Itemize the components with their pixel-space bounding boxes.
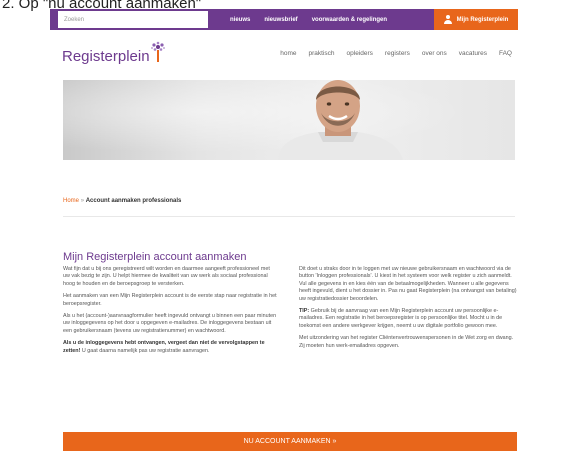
site-header: Registerplein home praktisch opleiders r… [50, 30, 518, 80]
breadcrumb-home[interactable]: Home [63, 198, 79, 204]
hero-image [63, 80, 515, 160]
create-account-button[interactable]: NU ACCOUNT AANMAKEN » [63, 432, 517, 451]
nav-faq[interactable]: FAQ [499, 50, 512, 57]
tip-paragraph: TIP: Gebruik bij de aanvraag van een Mij… [299, 308, 517, 330]
top-nav-nieuwsbrief[interactable]: nieuwsbrief [264, 17, 297, 23]
tip-text: Gebruik bij de aanvraag van een Mijn Reg… [299, 308, 503, 329]
divider [63, 216, 515, 217]
user-icon [443, 15, 452, 24]
nav-home[interactable]: home [280, 50, 296, 57]
content-right-column: Dit doet u straks door in te loggen met … [299, 266, 517, 355]
breadcrumb-separator: » [80, 198, 85, 204]
logo[interactable]: Registerplein [62, 41, 168, 70]
paragraph-important: Als u de inloggegevens hebt ontvangen, v… [63, 340, 277, 355]
nav-vacatures[interactable]: vacatures [459, 50, 487, 57]
nav-praktisch[interactable]: praktisch [309, 50, 335, 57]
nav-registers[interactable]: registers [385, 50, 410, 57]
paragraph: Als u het (account-)aanvraagformulier he… [63, 313, 277, 334]
main-nav: home praktisch opleiders registers over … [268, 50, 512, 57]
paragraph: Het aanmaken van een Mijn Registerplein … [63, 293, 277, 307]
breadcrumb-current: Account aanmaken professionals [85, 198, 182, 204]
nav-over-ons[interactable]: over ons [422, 50, 447, 57]
content-left-column: Wat fijn dat u bij ons geregistreerd wil… [63, 266, 277, 360]
logo-text: Registerplein [62, 47, 150, 65]
tip-label: TIP: [299, 308, 310, 315]
page-title: Mijn Registerplein account aanmaken [63, 251, 247, 263]
paragraph: Wat fijn dat u bij ons geregistreerd wil… [63, 266, 270, 287]
nav-opleiders[interactable]: opleiders [347, 50, 373, 57]
important-note-tail: U gaat daarna namelijk pas uw registrati… [80, 347, 210, 354]
mijn-registerplein-label: Mijn Registerplein [456, 16, 509, 23]
smiling-man-illustration [278, 80, 403, 160]
breadcrumb: Home » Account aanmaken professionals [63, 198, 181, 204]
top-nav: nieuws nieuwsbrief voorwaarden & regelin… [230, 9, 401, 30]
tree-icon [150, 41, 165, 62]
mijn-registerplein-button[interactable]: Mijn Registerplein [434, 9, 518, 30]
paragraph: Dit doet u straks door in te loggen met … [299, 266, 517, 302]
top-nav-nieuws[interactable]: nieuws [230, 17, 250, 23]
top-nav-voorwaarden[interactable]: voorwaarden & regelingen [312, 17, 387, 23]
top-bar: Zoeken nieuws nieuwsbrief voorwaarden & … [50, 9, 518, 30]
search-input[interactable]: Zoeken [58, 11, 208, 28]
paragraph: Met uitzondering van het register Cliënt… [299, 335, 514, 349]
